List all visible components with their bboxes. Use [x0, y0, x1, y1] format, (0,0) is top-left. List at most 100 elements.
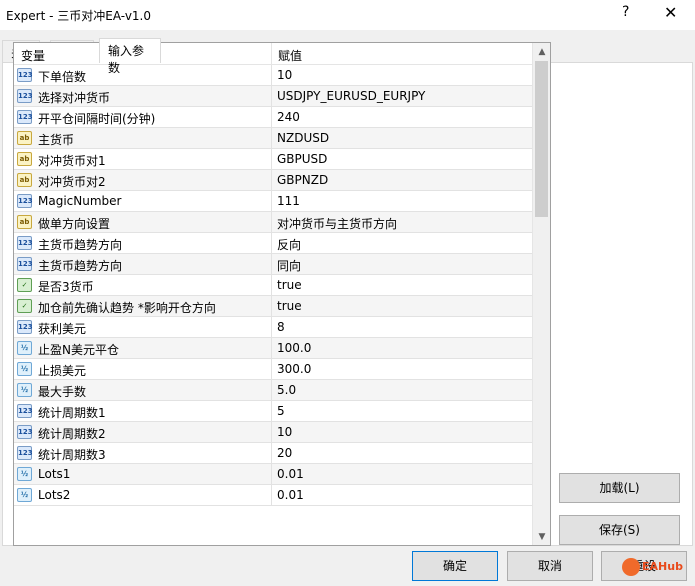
parameter-value[interactable]: 10	[277, 425, 292, 439]
parameter-row[interactable]: ✓ 是否3货币 true	[14, 275, 532, 296]
parameter-value[interactable]: 10	[277, 68, 292, 82]
parameter-value[interactable]: 5.0	[277, 383, 296, 397]
parameter-row[interactable]: 123 统计周期数2 10	[14, 422, 532, 443]
cell-divider	[271, 233, 272, 254]
parameter-value[interactable]: USDJPY_EURUSD_EURJPY	[277, 89, 425, 103]
parameter-value[interactable]: 300.0	[277, 362, 311, 376]
parameter-name: 是否3货币	[38, 280, 94, 294]
parameter-row[interactable]: 123 统计周期数3 20	[14, 443, 532, 464]
double-type-icon: ½	[17, 341, 32, 355]
parameter-row[interactable]: ½ 最大手数 5.0	[14, 380, 532, 401]
cell-divider	[271, 86, 272, 107]
parameter-row[interactable]: ab 对冲货币对1 GBPUSD	[14, 149, 532, 170]
parameter-value[interactable]: true	[277, 299, 302, 313]
help-icon[interactable]: ?	[622, 4, 629, 20]
parameter-name: 统计周期数3	[38, 448, 106, 462]
cell-divider	[271, 443, 272, 464]
parameter-row[interactable]: 123 选择对冲货币 USDJPY_EURUSD_EURJPY	[14, 86, 532, 107]
integer-type-icon: 123	[17, 257, 33, 271]
parameter-name: 下单倍数	[38, 70, 87, 84]
integer-type-icon: 123	[17, 425, 33, 439]
parameter-row[interactable]: ✓ 加仓前先确认趋势 *影响开仓方向 true	[14, 296, 532, 317]
integer-type-icon: 123	[17, 236, 33, 250]
parameter-value[interactable]: 240	[277, 110, 300, 124]
cell-divider	[271, 338, 272, 359]
boolean-type-icon: ✓	[17, 278, 32, 292]
grid-rows: 123 下单倍数 10 123 选择对冲货币 USDJPY_EURUSD_EURJPY 12…	[14, 65, 532, 506]
cell-divider	[271, 191, 272, 212]
column-header-variable[interactable]: 变量	[21, 47, 45, 64]
scroll-down-icon[interactable]: ▼	[533, 529, 550, 545]
integer-type-icon: 123	[17, 404, 33, 418]
cell-divider	[271, 422, 272, 443]
parameter-value[interactable]: NZDUSD	[277, 131, 329, 145]
title-bar: Expert - 三币对冲EA-v1.0 ? ✕	[0, 0, 695, 30]
boolean-type-icon: ✓	[17, 299, 32, 313]
parameter-row[interactable]: ½ 止盈N美元平仓 100.0	[14, 338, 532, 359]
parameter-row[interactable]: 123 统计周期数1 5	[14, 401, 532, 422]
parameter-row[interactable]: 123 主货币趋势方向 同向	[14, 254, 532, 275]
cell-divider	[271, 149, 272, 170]
integer-type-icon: 123	[17, 320, 33, 334]
parameter-value[interactable]: 111	[277, 194, 300, 208]
parameter-row[interactable]: ab 对冲货币对2 GBPNZD	[14, 170, 532, 191]
parameter-row[interactable]: 123 MagicNumber 111	[14, 191, 532, 212]
parameter-value[interactable]: GBPNZD	[277, 173, 328, 187]
parameter-name: Lots1	[38, 467, 71, 481]
parameter-name: 止盈N美元平仓	[38, 343, 119, 357]
parameter-row[interactable]: ab 做单方向设置 对冲货币与主货币方向	[14, 212, 532, 233]
parameter-value[interactable]: 反向	[277, 236, 301, 253]
parameter-row[interactable]: ½ 止损美元 300.0	[14, 359, 532, 380]
parameter-name: 对冲货币对1	[38, 154, 106, 168]
save-button[interactable]: 保存(S)	[559, 515, 680, 545]
cell-divider	[271, 170, 272, 191]
load-button[interactable]: 加载(L)	[559, 473, 680, 503]
cell-divider	[271, 401, 272, 422]
cell-divider	[271, 485, 272, 506]
parameter-name: 加仓前先确认趋势 *影响开仓方向	[38, 301, 216, 315]
column-divider[interactable]	[271, 43, 272, 65]
ok-button[interactable]: 确定	[412, 551, 498, 581]
tab-inputs[interactable]: 输入参数	[99, 38, 161, 75]
parameter-value[interactable]: 20	[277, 446, 292, 460]
parameter-value[interactable]: true	[277, 278, 302, 292]
parameter-value[interactable]: 同向	[277, 257, 301, 274]
column-header-value[interactable]: 赋值	[278, 47, 302, 64]
parameter-row[interactable]: 123 主货币趋势方向 反向	[14, 233, 532, 254]
cell-divider	[271, 107, 272, 128]
parameter-row[interactable]: ½ Lots1 0.01	[14, 464, 532, 485]
parameter-value[interactable]: 0.01	[277, 467, 304, 481]
parameter-name: 做单方向设置	[38, 217, 111, 231]
parameter-name: 开平仓间隔时间(分钟)	[38, 112, 156, 126]
scroll-thumb[interactable]	[535, 61, 548, 217]
parameter-row[interactable]: 123 获利美元 8	[14, 317, 532, 338]
close-icon[interactable]: ✕	[664, 3, 677, 22]
scroll-up-icon[interactable]: ▲	[533, 44, 550, 60]
parameter-name: 最大手数	[38, 385, 87, 399]
parameter-name: Lots2	[38, 488, 71, 502]
string-type-icon: ab	[17, 131, 32, 145]
parameter-name: 统计周期数1	[38, 406, 106, 420]
parameter-name: 主货币趋势方向	[38, 259, 123, 273]
parameter-row[interactable]: 123 开平仓间隔时间(分钟) 240	[14, 107, 532, 128]
parameter-value[interactable]: GBPUSD	[277, 152, 327, 166]
parameter-name: MagicNumber	[38, 194, 122, 208]
cancel-button[interactable]: 取消	[507, 551, 593, 581]
vertical-scrollbar[interactable]: ▲ ▼	[532, 43, 550, 545]
parameter-name: 统计周期数2	[38, 427, 106, 441]
parameter-value[interactable]: 0.01	[277, 488, 304, 502]
integer-type-icon: 123	[17, 194, 33, 208]
watermark-icon	[622, 558, 640, 576]
parameter-row[interactable]: ab 主货币 NZDUSD	[14, 128, 532, 149]
string-type-icon: ab	[17, 215, 32, 229]
parameter-value[interactable]: 100.0	[277, 341, 311, 355]
parameter-value[interactable]: 对冲货币与主货币方向	[277, 215, 397, 232]
double-type-icon: ½	[17, 362, 32, 376]
parameter-row[interactable]: ½ Lots2 0.01	[14, 485, 532, 506]
parameter-row[interactable]: 123 下单倍数 10	[14, 65, 532, 86]
parameter-value[interactable]: 8	[277, 320, 285, 334]
double-type-icon: ½	[17, 467, 32, 481]
parameter-value[interactable]: 5	[277, 404, 285, 418]
cell-divider	[271, 359, 272, 380]
watermark-logo: EAHub	[622, 558, 694, 580]
